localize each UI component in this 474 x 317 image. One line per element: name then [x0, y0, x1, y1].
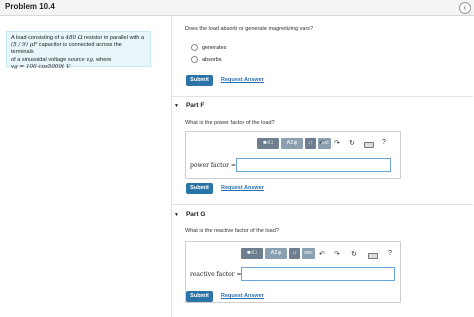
- undo-icon[interactable]: ↶: [319, 250, 325, 258]
- redo-icon[interactable]: ↷: [334, 139, 340, 147]
- keyboard-icon[interactable]: [368, 253, 378, 259]
- problem-text: A load consisting of a: [11, 35, 66, 41]
- part-e-submit-button[interactable]: Submit: [186, 75, 213, 86]
- power-factor-input[interactable]: [236, 158, 391, 172]
- capacitance-value: (5 / 9) μF: [11, 42, 38, 49]
- part-e-request-answer-link[interactable]: Request Answer: [221, 77, 264, 83]
- part-g-header[interactable]: ▼ Part G: [174, 211, 205, 218]
- undo-icon[interactable]: ↶: [319, 139, 325, 147]
- part-f-request-answer-link[interactable]: Request Answer: [221, 185, 264, 191]
- collapse-triangle-icon[interactable]: ▼: [174, 212, 179, 218]
- radio-button[interactable]: [191, 44, 198, 51]
- subscript-superscript-button[interactable]: ↓↑: [305, 138, 316, 149]
- source-symbol: vg: [86, 56, 94, 63]
- greek-symbols-button[interactable]: ΑΣφ: [265, 248, 287, 259]
- problem-text: , where: [93, 56, 112, 63]
- part-f-title: Part F: [185, 102, 205, 109]
- keyboard-icon[interactable]: [364, 142, 374, 148]
- divider: [171, 16, 172, 317]
- templates-button[interactable]: ■√□: [257, 138, 279, 149]
- part-g-submit-button[interactable]: Submit: [186, 291, 213, 302]
- power-factor-label: power factor =: [190, 162, 236, 169]
- subscript-superscript-button[interactable]: ↓↑: [289, 248, 300, 259]
- radio-generates[interactable]: generates: [191, 44, 226, 51]
- help-icon[interactable]: ?: [382, 139, 386, 146]
- section-divider: [172, 96, 473, 97]
- reset-icon[interactable]: ↻: [351, 250, 357, 258]
- reactive-factor-label: reactive factor =: [190, 271, 242, 278]
- part-g-request-answer-link[interactable]: Request Answer: [221, 293, 264, 299]
- reactive-factor-input[interactable]: [241, 267, 395, 281]
- part-g-question: What is the reactive factor of the load?: [185, 228, 279, 234]
- part-f-question: What is the power factor of the load?: [185, 120, 275, 126]
- problem-statement: A load consisting of a 480 Ω resistor in…: [6, 31, 151, 70]
- problem-title: Problem 10.4: [5, 2, 55, 11]
- source-equation: vg = 100 cos5000t V.: [11, 63, 71, 70]
- collapse-triangle-icon[interactable]: ▼: [174, 103, 179, 109]
- problem-text: of a sinusoidal voltage source: [11, 56, 87, 63]
- parts-panel: Does the load absorb or generate magneti…: [171, 16, 474, 317]
- greek-symbols-button[interactable]: ΑΣφ: [281, 138, 303, 149]
- radio-button[interactable]: [191, 56, 198, 63]
- redo-icon[interactable]: ↷: [334, 250, 340, 258]
- radio-absorbs[interactable]: absorbs: [191, 56, 222, 63]
- problem-header: Problem 10.4 ‹: [0, 0, 474, 16]
- section-divider: [172, 204, 473, 205]
- collapse-chevron-icon[interactable]: ‹: [459, 2, 471, 14]
- problem-text: resistor in parallel with a: [82, 35, 145, 41]
- help-icon[interactable]: ?: [388, 250, 392, 257]
- reset-icon[interactable]: ↻: [349, 139, 355, 147]
- part-e-question: Does the load absorb or generate magneti…: [185, 26, 314, 32]
- part-g-math-toolbar: ■√□ ΑΣφ ↓↑ vec: [241, 248, 317, 259]
- part-f-header[interactable]: ▼ Part F: [174, 102, 204, 109]
- vector-button[interactable]: vec: [302, 248, 315, 259]
- templates-button[interactable]: ■√□: [241, 248, 263, 259]
- part-f-submit-button[interactable]: Submit: [186, 183, 213, 194]
- radio-label: generates: [202, 44, 227, 51]
- resistance-value: 480 Ω: [65, 35, 83, 41]
- radio-label: absorbs: [202, 56, 222, 63]
- part-g-title: Part G: [185, 211, 206, 218]
